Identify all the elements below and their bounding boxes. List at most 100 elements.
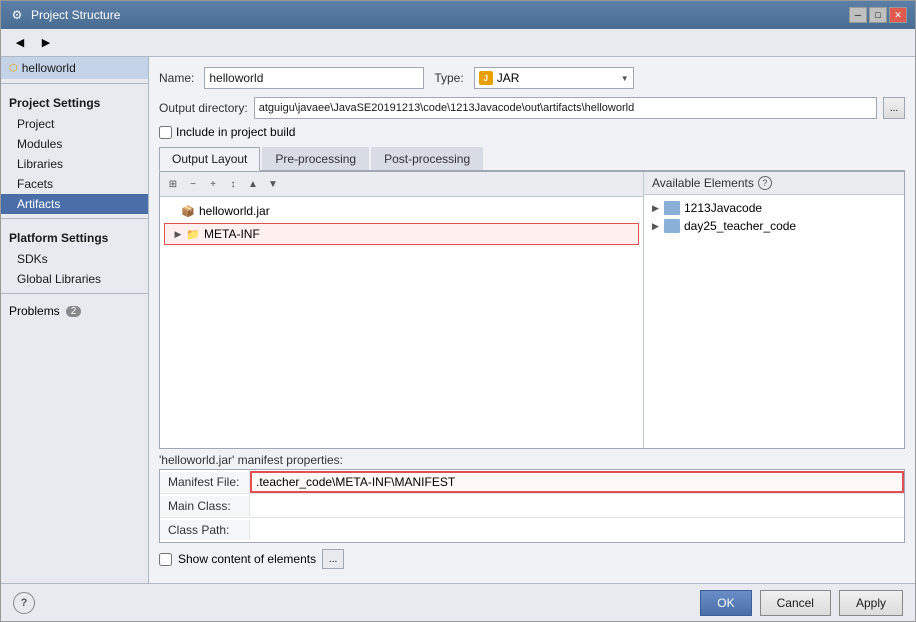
- ok-button[interactable]: OK: [700, 590, 751, 616]
- tree-remove-btn[interactable]: −: [184, 175, 202, 193]
- class-path-label: Class Path:: [160, 520, 250, 540]
- jar-file-icon: 📦: [180, 203, 196, 219]
- expand-icon[interactable]: ▶: [175, 229, 182, 240]
- artifact-icon: ⬡: [9, 63, 18, 74]
- expand-icon-2[interactable]: ▶: [652, 221, 664, 232]
- minimize-button[interactable]: ─: [849, 7, 867, 23]
- ellipsis-button[interactable]: ...: [322, 549, 344, 569]
- include-in-build-checkbox[interactable]: [159, 126, 172, 139]
- sidebar-item-modules[interactable]: Modules: [1, 134, 148, 154]
- footer: ? OK Cancel Apply: [1, 583, 915, 621]
- sidebar: ⬡ helloworld Project Settings Project Mo…: [1, 57, 149, 583]
- sidebar-divider-1: [1, 83, 148, 84]
- tree-add-package-btn[interactable]: ⊞: [164, 175, 182, 193]
- output-dir-input[interactable]: [254, 97, 877, 119]
- manifest-title: 'helloworld.jar' manifest properties:: [159, 449, 905, 469]
- output-dir-label: Output directory:: [159, 101, 248, 115]
- tree-down-btn[interactable]: ▼: [264, 175, 282, 193]
- type-select[interactable]: J JAR ▼: [474, 67, 634, 89]
- sidebar-item-libraries[interactable]: Libraries: [1, 154, 148, 174]
- browse-button[interactable]: ...: [883, 97, 905, 119]
- apply-button[interactable]: Apply: [839, 590, 903, 616]
- jar-icon: J: [479, 71, 493, 85]
- sidebar-item-problems[interactable]: Problems 2: [1, 298, 148, 324]
- forward-button[interactable]: ▶: [35, 33, 57, 53]
- window-icon: ⚙: [9, 7, 25, 23]
- main-class-row: Main Class:: [160, 494, 904, 518]
- sidebar-item-sdks[interactable]: SDKs: [1, 249, 148, 269]
- tree-indent-1: ▶: [171, 229, 185, 240]
- manifest-file-label: Manifest File:: [160, 472, 250, 492]
- tab-output-layout[interactable]: Output Layout: [159, 147, 260, 171]
- elements-label-1213javacode: 1213Javacode: [684, 201, 762, 215]
- right-panel: Name: Type: J JAR ▼ Output directory: ..…: [149, 57, 915, 583]
- elements-item-1213javacode[interactable]: ▶ 1213Javacode: [644, 199, 904, 217]
- main-class-input[interactable]: [250, 495, 904, 517]
- project-structure-window: ⚙ Project Structure ─ □ ✕ ◀ ▶ ⬡ hellowor…: [0, 0, 916, 622]
- class-path-input[interactable]: [250, 519, 904, 541]
- type-label: Type:: [434, 71, 463, 85]
- tree-sort-btn[interactable]: ↕: [224, 175, 242, 193]
- problems-label: Problems: [9, 304, 60, 318]
- show-content-row: Show content of elements ...: [159, 543, 905, 573]
- elements-content: ▶ 1213Javacode ▶ day25_teacher_code: [644, 195, 904, 448]
- type-select-inner: J JAR: [479, 71, 621, 85]
- name-label: Name:: [159, 71, 194, 85]
- available-elements-label: Available Elements: [652, 176, 754, 190]
- tab-post-processing[interactable]: Post-processing: [371, 147, 483, 170]
- elements-item-day25-teacher-code[interactable]: ▶ day25_teacher_code: [644, 217, 904, 235]
- sidebar-divider-2: [1, 218, 148, 219]
- problems-badge: 2: [66, 306, 82, 317]
- close-button[interactable]: ✕: [889, 7, 907, 23]
- folder-blue-icon-2: [664, 219, 680, 233]
- footer-left: ?: [13, 592, 35, 614]
- tree-item-meta-inf[interactable]: ▶ 📁 META-INF: [164, 223, 639, 245]
- tree-toolbar: ⊞ − + ↕ ▲ ▼: [160, 172, 643, 197]
- sidebar-divider-3: [1, 293, 148, 294]
- sidebar-item-project[interactable]: Project: [1, 114, 148, 134]
- elements-label-day25: day25_teacher_code: [684, 219, 796, 233]
- tree-add-btn[interactable]: +: [204, 175, 222, 193]
- name-input[interactable]: [204, 67, 424, 89]
- include-in-build-label: Include in project build: [176, 125, 295, 139]
- class-path-row: Class Path:: [160, 518, 904, 542]
- manifest-fields: Manifest File: Main Class: Class Path:: [159, 469, 905, 543]
- tree-up-btn[interactable]: ▲: [244, 175, 262, 193]
- tree-item-jar-label: helloworld.jar: [199, 204, 270, 218]
- tree-item-meta-inf-label: META-INF: [204, 227, 260, 241]
- sidebar-artifact-item[interactable]: ⬡ helloworld: [1, 57, 148, 79]
- maximize-button[interactable]: □: [869, 7, 887, 23]
- artifact-name: helloworld: [22, 61, 76, 75]
- folder-icon: 📁: [185, 226, 201, 242]
- manifest-file-input[interactable]: [250, 471, 904, 493]
- tab-pre-processing[interactable]: Pre-processing: [262, 147, 369, 170]
- output-dir-row: Output directory: ...: [159, 97, 905, 119]
- help-icon[interactable]: ?: [758, 176, 772, 190]
- cancel-button[interactable]: Cancel: [760, 590, 831, 616]
- chevron-down-icon: ▼: [621, 74, 629, 83]
- window-title: Project Structure: [31, 8, 849, 22]
- help-button[interactable]: ?: [13, 592, 35, 614]
- include-in-build-row: Include in project build: [159, 125, 905, 139]
- project-settings-header: Project Settings: [1, 88, 148, 114]
- title-bar: ⚙ Project Structure ─ □ ✕: [1, 1, 915, 29]
- expand-icon-1[interactable]: ▶: [652, 203, 664, 214]
- tree-panel: ⊞ − + ↕ ▲ ▼ 📦 helloworld.jar: [160, 172, 644, 448]
- sidebar-item-facets[interactable]: Facets: [1, 174, 148, 194]
- back-button[interactable]: ◀: [9, 33, 31, 53]
- main-toolbar: ◀ ▶: [1, 29, 915, 57]
- tabs-bar: Output Layout Pre-processing Post-proces…: [159, 147, 905, 171]
- show-content-checkbox[interactable]: [159, 553, 172, 566]
- manifest-section: 'helloworld.jar' manifest properties: Ma…: [159, 449, 905, 543]
- elements-panel: Available Elements ? ▶ 1213Javacode ▶ da…: [644, 172, 904, 448]
- sidebar-item-global-libraries[interactable]: Global Libraries: [1, 269, 148, 289]
- folder-blue-icon: [664, 201, 680, 215]
- tree-item-helloworld-jar[interactable]: 📦 helloworld.jar: [160, 201, 643, 221]
- sidebar-item-artifacts[interactable]: Artifacts: [1, 194, 148, 214]
- main-content: ⬡ helloworld Project Settings Project Mo…: [1, 57, 915, 583]
- show-content-label: Show content of elements: [178, 552, 316, 566]
- footer-right: OK Cancel Apply: [700, 590, 903, 616]
- name-type-row: Name: Type: J JAR ▼: [159, 67, 905, 89]
- main-class-label: Main Class:: [160, 496, 250, 516]
- type-value: JAR: [497, 71, 520, 85]
